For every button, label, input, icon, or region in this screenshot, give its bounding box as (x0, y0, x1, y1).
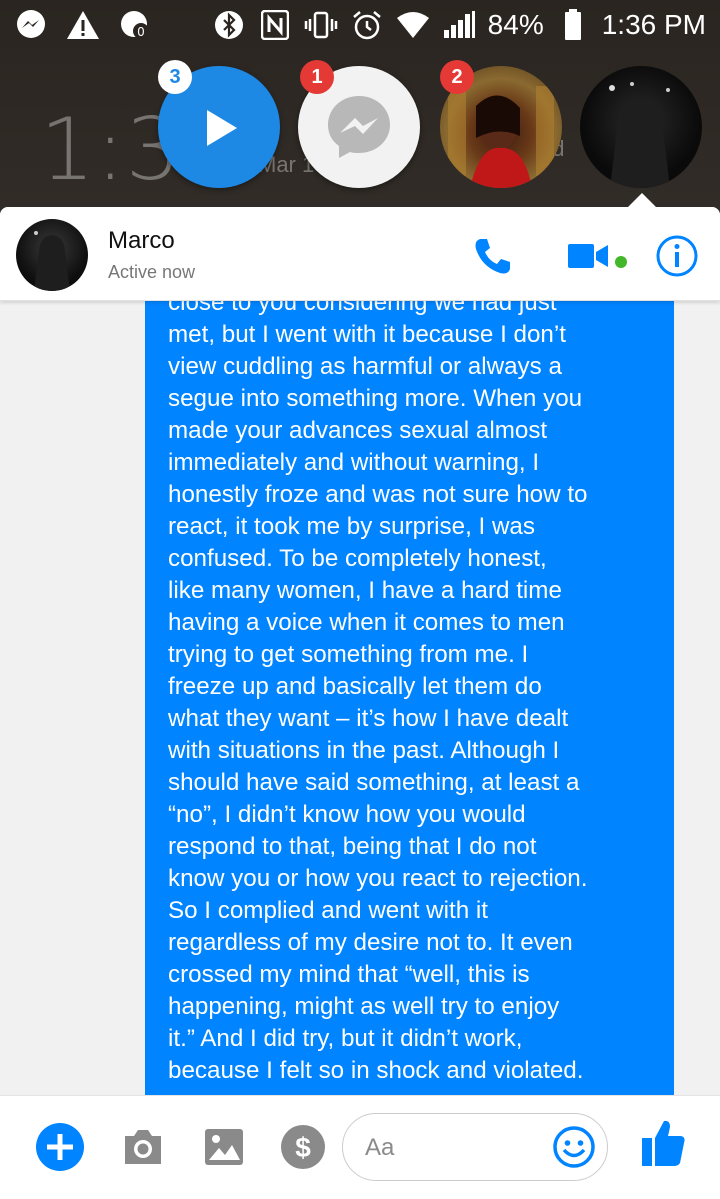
bluetooth-icon (212, 8, 246, 42)
avatar[interactable] (16, 219, 88, 291)
battery-icon (556, 8, 590, 42)
dollar-icon: $ (281, 1125, 325, 1169)
contact-chat-head-marco[interactable] (580, 66, 702, 188)
vibrate-icon (304, 8, 338, 42)
messenger-icon (328, 96, 390, 158)
thumbs-up-icon (642, 1120, 685, 1166)
marco-avatar-image (609, 82, 670, 188)
chat-panel: Marco Active now close to you considerin… (0, 207, 720, 1199)
contact-status: Active now (108, 262, 196, 282)
unread-badge-woman: 2 (440, 60, 474, 94)
warning-icon (66, 8, 100, 42)
message-input-wrapper[interactable] (342, 1113, 608, 1181)
wifi-icon (396, 8, 430, 42)
more-actions-button[interactable] (35, 1122, 85, 1172)
call-button[interactable] (470, 233, 516, 279)
like-button[interactable] (638, 1118, 688, 1168)
messenger-notification-icon (14, 8, 48, 42)
status-time: 1:36 PM (601, 9, 706, 40)
alarm-icon (350, 8, 384, 42)
svg-text:0: 0 (137, 25, 145, 39)
message-input[interactable] (365, 1130, 545, 1166)
message-text: close to you considering we had just met… (168, 301, 588, 1084)
plus-icon (36, 1123, 84, 1171)
play-icon (207, 110, 237, 146)
unread-badge-messenger: 1 (300, 60, 334, 94)
unread-badge-video: 3 (158, 60, 192, 94)
signal-icon (442, 8, 476, 42)
video-camera-icon (568, 244, 608, 268)
app-notification-icon: 0 (118, 8, 152, 42)
emoji-icon (553, 1126, 595, 1168)
camera-button[interactable] (118, 1122, 168, 1172)
contact-name[interactable]: Marco (108, 227, 175, 255)
gallery-button[interactable] (199, 1122, 249, 1172)
info-button[interactable] (654, 233, 700, 279)
camera-icon (125, 1130, 161, 1164)
composer-bar: $ (0, 1095, 720, 1199)
active-status-dot (615, 256, 627, 268)
message-bubble[interactable]: close to you considering we had just met… (145, 301, 674, 1095)
image-icon (205, 1129, 243, 1165)
info-icon (656, 235, 698, 277)
status-bar: 0 84% 1:36 PM (0, 0, 720, 50)
emoji-button[interactable] (551, 1124, 597, 1170)
battery-percent: 84% (487, 9, 544, 40)
message-list[interactable]: close to you considering we had just met… (0, 301, 720, 1095)
video-call-button[interactable] (566, 233, 612, 279)
svg-text:$: $ (295, 1132, 311, 1163)
phone-icon (475, 239, 510, 274)
payment-button[interactable]: $ (278, 1122, 328, 1172)
chat-header: Marco Active now (0, 207, 720, 301)
nfc-icon (258, 8, 292, 42)
